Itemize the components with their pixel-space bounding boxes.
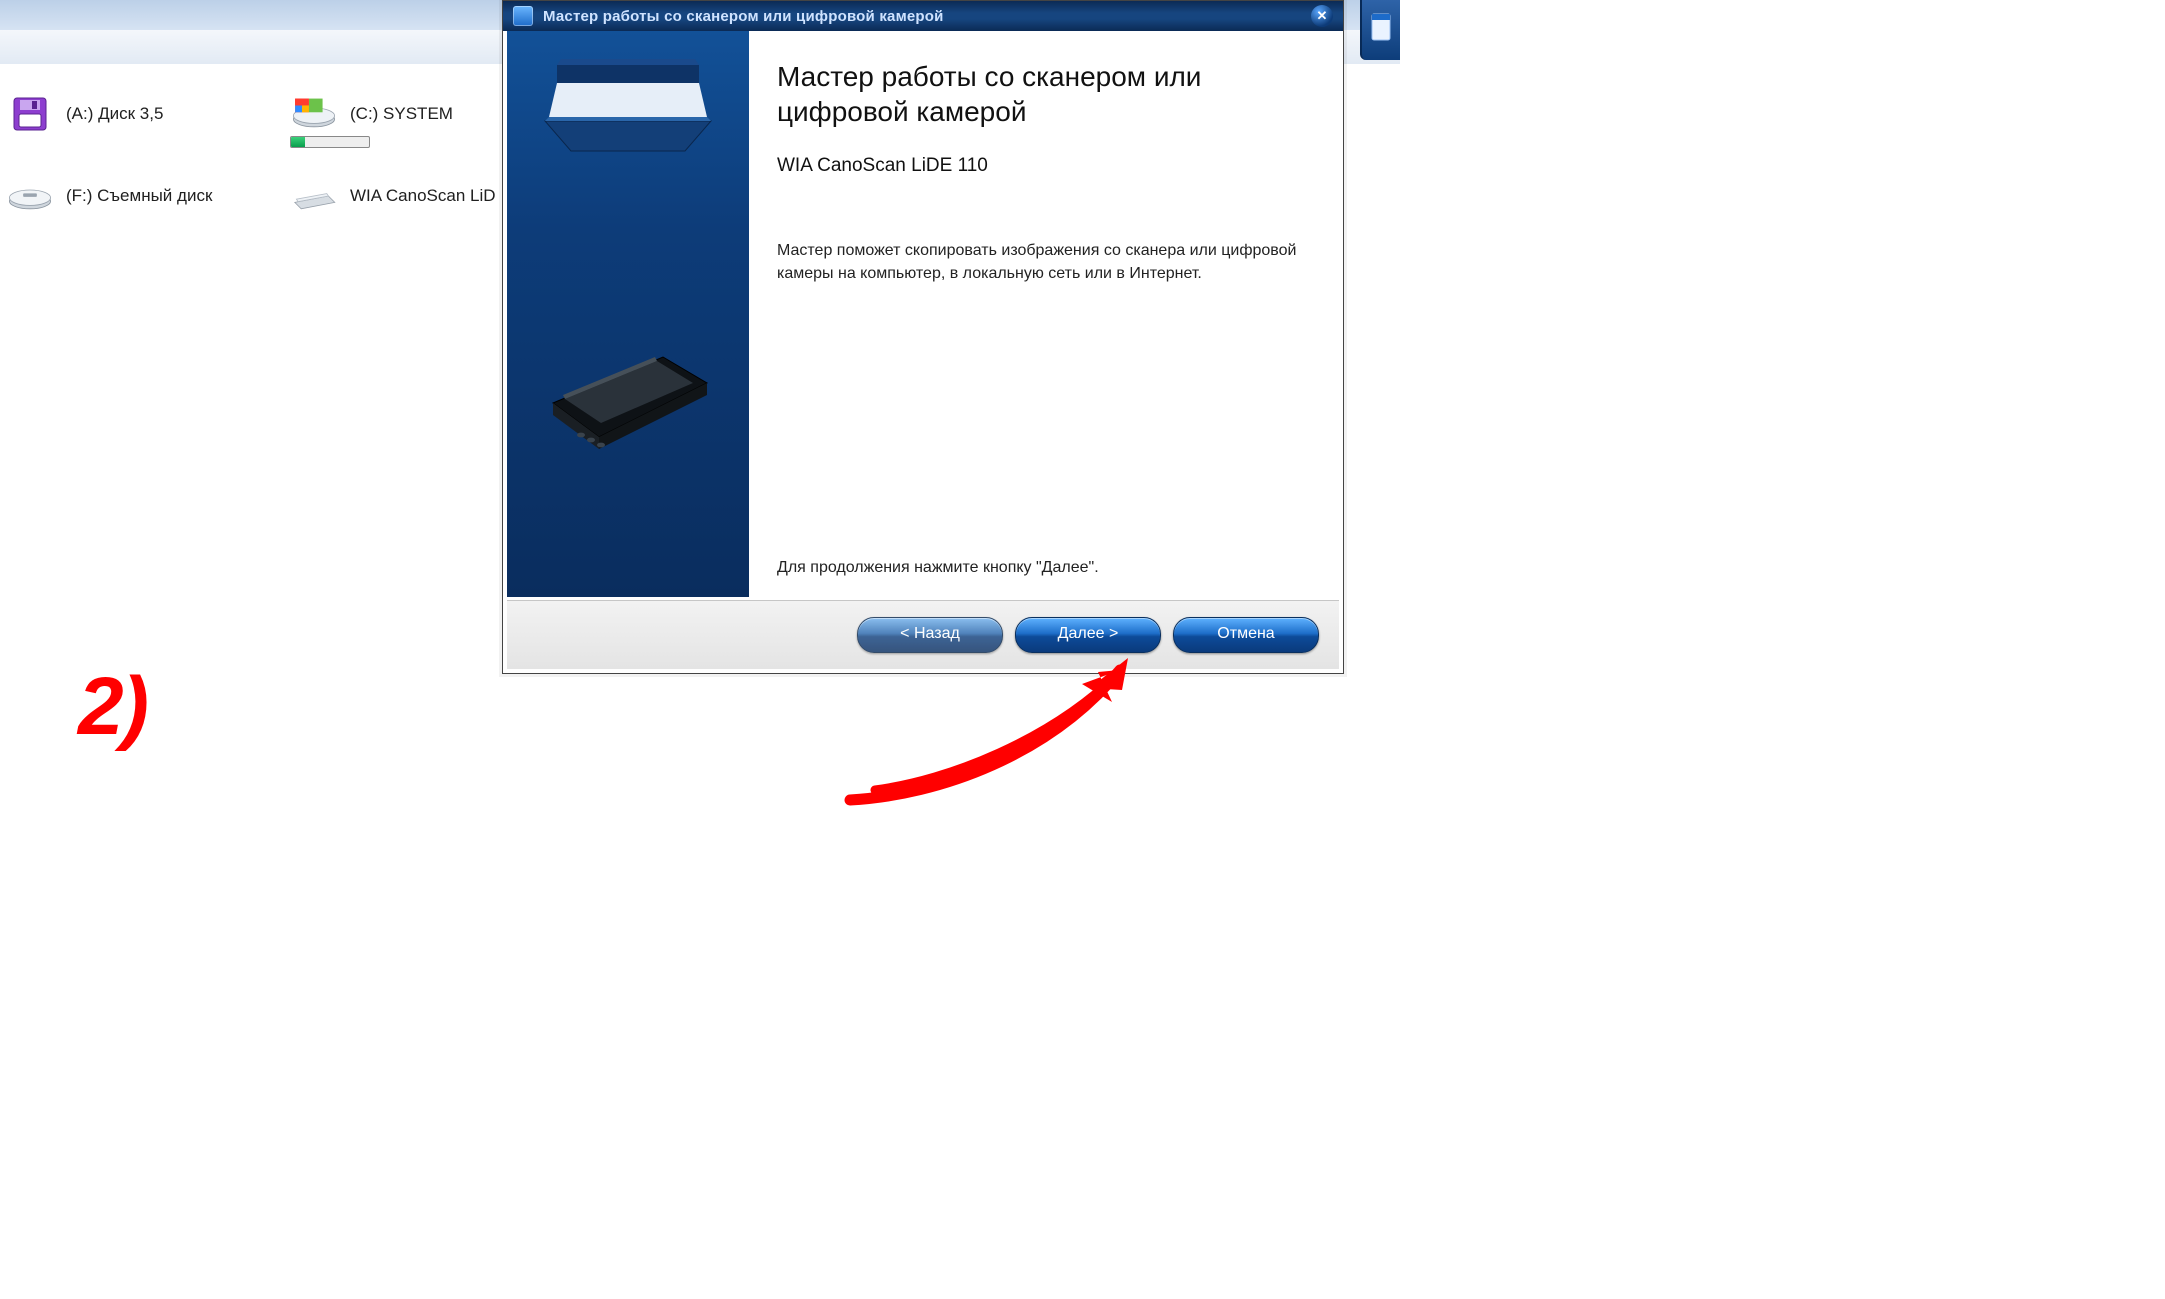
capacity-fill (291, 137, 305, 147)
cancel-button[interactable]: Отмена (1173, 617, 1319, 653)
annotation-step-number: 2) (78, 660, 147, 754)
dialog-title: Мастер работы со сканером или цифровой к… (543, 8, 944, 25)
drive-label: (A:) Диск 3,5 (66, 104, 163, 124)
scanner-top-illustration (535, 55, 721, 175)
page-icon (1369, 10, 1393, 46)
hdd-icon (290, 94, 338, 134)
drive-label: (F:) Съемный диск (66, 186, 212, 206)
drive-item-removable[interactable]: (F:) Съемный диск (6, 176, 212, 216)
drive-label: (C:) SYSTEM (350, 104, 453, 124)
dialog-button-bar: < Назад Далее > Отмена (507, 600, 1339, 669)
wizard-side-panel (507, 31, 749, 597)
scanner-icon (290, 176, 338, 216)
next-button[interactable]: Далее > (1015, 617, 1161, 653)
removable-icon (6, 176, 54, 216)
drive-item-system[interactable]: (C:) SYSTEM (290, 94, 453, 134)
device-name: WIA CanoScan LiDE 110 (777, 155, 1311, 177)
dialog-titlebar[interactable]: Мастер работы со сканером или цифровой к… (503, 1, 1343, 31)
wizard-heading: Мастер работы со сканером или цифровой к… (777, 59, 1311, 129)
scanner-wizard-dialog: Мастер работы со сканером или цифровой к… (502, 0, 1344, 674)
right-side-tab[interactable] (1360, 0, 1400, 60)
scanner-device-illustration (535, 321, 721, 461)
wizard-intro-text: Мастер поможет скопировать изображения с… (777, 239, 1311, 285)
capacity-bar (290, 136, 370, 148)
dialog-content: Мастер работы со сканером или цифровой к… (507, 31, 1339, 597)
app-icon (513, 6, 533, 26)
wizard-main-panel: Мастер работы со сканером или цифровой к… (749, 31, 1339, 597)
drive-item-scanner[interactable]: WIA CanoScan LiD (290, 176, 496, 216)
drive-label: WIA CanoScan LiD (350, 186, 496, 206)
drive-item-floppy[interactable]: (A:) Диск 3,5 (6, 94, 163, 134)
close-icon[interactable]: ✕ (1311, 5, 1333, 27)
floppy-icon (6, 94, 54, 134)
wizard-continue-text: Для продолжения нажмите кнопку "Далее". (777, 559, 1311, 577)
back-button[interactable]: < Назад (857, 617, 1003, 653)
